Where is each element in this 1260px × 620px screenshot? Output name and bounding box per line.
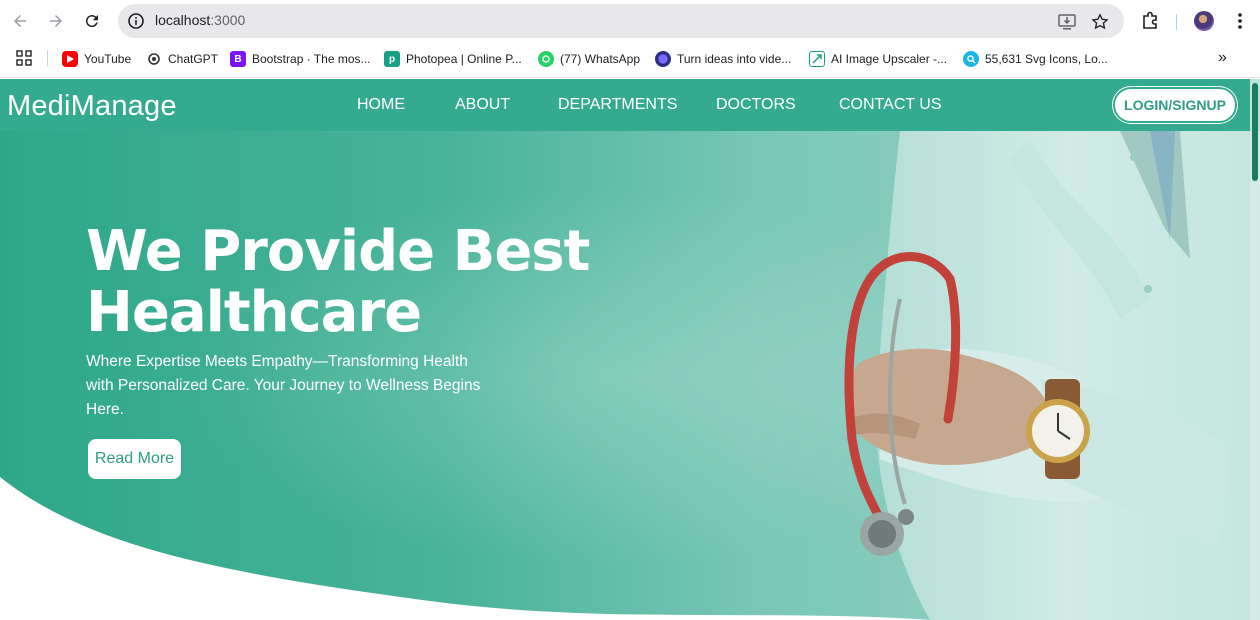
bookmark-label: Photopea | Online P... [406, 52, 522, 66]
bookmark-label: (77) WhatsApp [560, 52, 641, 66]
site-info-icon[interactable] [126, 11, 146, 31]
nav-home[interactable]: HOME [357, 96, 405, 114]
bookmark-label: 55,631 Svg Icons, Lo... [985, 52, 1108, 66]
whatsapp-icon [538, 51, 554, 67]
profile-avatar[interactable] [1194, 11, 1214, 31]
scrollbar-thumb[interactable] [1252, 83, 1258, 181]
back-arrow-icon[interactable] [8, 9, 32, 33]
reload-icon[interactable] [80, 9, 104, 33]
hero-title: We Provide Best Healthcare [86, 221, 686, 343]
bookmark-star-icon[interactable] [1090, 13, 1110, 31]
bookmarks-divider [47, 50, 48, 66]
bookmark-svg-icons[interactable]: 55,631 Svg Icons, Lo... [963, 51, 1108, 67]
video-ai-icon [655, 51, 671, 67]
hero-title-line-1: We Provide Best [86, 219, 590, 284]
nav-doctors[interactable]: DOCTORS [716, 96, 796, 114]
page-viewport: MediManage HOME ABOUT DEPARTMENTS DOCTOR… [0, 79, 1260, 620]
svg-icons-icon [963, 51, 979, 67]
browser-toolbar: localhost:3000 [0, 0, 1260, 42]
bookmark-whatsapp[interactable]: (77) WhatsApp [538, 51, 640, 67]
chatgpt-icon [146, 51, 162, 67]
more-bookmarks-button[interactable]: » [1218, 49, 1227, 67]
nav-about[interactable]: ABOUT [455, 96, 510, 114]
bookmark-chatgpt[interactable]: ChatGPT [146, 51, 218, 67]
youtube-icon [62, 51, 78, 67]
read-more-button[interactable]: Read More [88, 439, 181, 479]
nav-departments[interactable]: DEPARTMENTS [558, 96, 677, 114]
bookmark-label: Turn ideas into vide... [677, 52, 792, 66]
url-text[interactable]: localhost:3000 [155, 12, 245, 28]
upscaler-icon [809, 51, 825, 67]
hero-subtitle: Where Expertise Meets Empathy—Transformi… [86, 353, 481, 418]
apps-grid-icon[interactable] [16, 50, 32, 66]
site-navbar: MediManage HOME ABOUT DEPARTMENTS DOCTOR… [0, 79, 1250, 131]
page-scrollbar[interactable] [1250, 79, 1260, 620]
bookmark-turn-ideas[interactable]: Turn ideas into vide... [655, 51, 791, 67]
bookmark-label: AI Image Upscaler -... [831, 52, 948, 66]
kebab-menu-icon[interactable] [1229, 10, 1251, 32]
doctor-illustration [844, 131, 1260, 620]
login-signup-button[interactable]: LOGIN/SIGNUP [1113, 87, 1237, 123]
bookmark-photopea[interactable]: p Photopea | Online P... [384, 51, 522, 67]
toolbar-divider [1176, 14, 1177, 30]
bookmark-bootstrap[interactable]: B Bootstrap · The mos... [230, 51, 371, 67]
brand-logo[interactable]: MediManage [7, 90, 177, 123]
bookmark-label: YouTube [84, 52, 132, 66]
hero-title-line-2: Healthcare [86, 280, 422, 345]
bookmark-label: ChatGPT [168, 52, 219, 66]
bookmark-label: Bootstrap · The mos... [252, 52, 371, 66]
address-bar[interactable]: localhost:3000 [118, 4, 1124, 38]
bootstrap-icon: B [230, 51, 246, 67]
bookmark-youtube[interactable]: YouTube [62, 51, 131, 67]
bookmark-ai-upscaler[interactable]: AI Image Upscaler -... [809, 51, 947, 67]
install-app-icon[interactable] [1058, 13, 1078, 31]
extensions-icon[interactable] [1140, 10, 1162, 32]
forward-arrow-icon[interactable] [44, 9, 68, 33]
photopea-icon: p [384, 51, 400, 67]
nav-contact-us[interactable]: CONTACT US [839, 96, 942, 114]
